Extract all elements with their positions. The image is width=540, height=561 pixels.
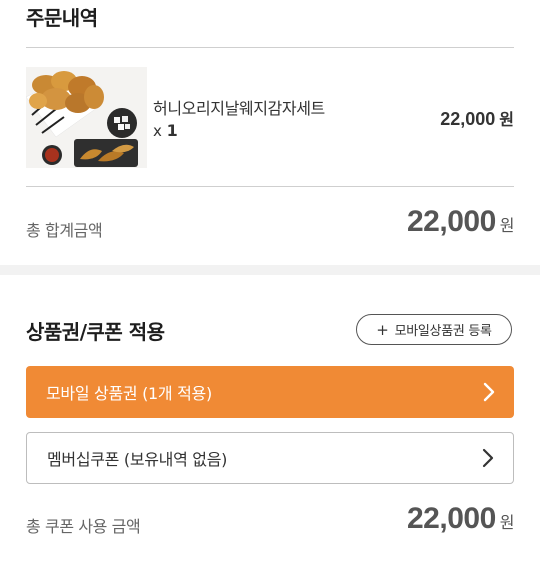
coupon-used-amount: 22,000 원 xyxy=(407,502,515,536)
product-price-value: 22,000 xyxy=(440,109,496,129)
membership-coupon-button[interactable]: 멤버십쿠폰 (보유내역 없음) xyxy=(26,432,514,484)
membership-coupon-label: 멤버십쿠폰 (보유내역 없음) xyxy=(47,450,228,469)
product-price-unit: 원 xyxy=(499,110,514,129)
product-price: 22,000 원 xyxy=(440,106,514,130)
coupon-used-amount-value: 22,000 xyxy=(407,502,496,535)
register-mobile-voucher-button[interactable]: + 모바일상품권 등록 xyxy=(356,314,512,345)
coupon-used-label: 총 쿠폰 사용 금액 xyxy=(26,517,141,536)
coupon-used-amount-unit: 원 xyxy=(499,513,515,532)
chevron-right-icon xyxy=(483,382,495,402)
total-amount-value: 22,000 xyxy=(407,205,496,238)
product-quantity: x 1 xyxy=(153,121,178,140)
chevron-right-icon xyxy=(482,448,494,468)
order-title-divider xyxy=(26,47,514,48)
total-amount: 22,000 원 xyxy=(407,205,515,239)
section-separator xyxy=(0,265,540,275)
total-amount-unit: 원 xyxy=(499,216,515,235)
register-mobile-voucher-label: 모바일상품권 등록 xyxy=(394,324,492,339)
order-section-title: 주문내역 xyxy=(26,6,98,30)
quantity-value: 1 xyxy=(166,121,178,140)
quantity-prefix: x xyxy=(153,122,162,140)
mobile-voucher-label: 모바일 상품권 (1개 적용) xyxy=(46,384,212,403)
plus-icon: + xyxy=(376,320,389,339)
mobile-voucher-button[interactable]: 모바일 상품권 (1개 적용) xyxy=(26,366,514,418)
total-label: 총 합계금액 xyxy=(26,221,103,240)
coupon-section-title: 상품권/쿠폰 적용 xyxy=(26,320,165,344)
product-thumbnail xyxy=(26,67,147,168)
product-name: 허니오리지날웨지감자세트 xyxy=(153,99,325,118)
order-item-divider xyxy=(26,186,514,187)
fried-chicken-image xyxy=(26,67,147,168)
